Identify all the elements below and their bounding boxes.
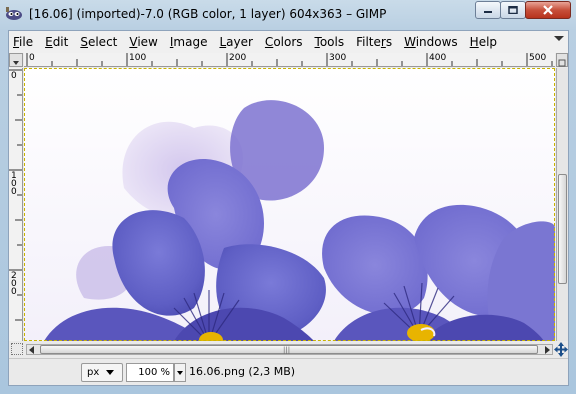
ruler-label-200: 200 <box>229 53 247 63</box>
ruler-label-100: 100 <box>129 53 147 63</box>
minimize-button[interactable] <box>475 1 501 19</box>
scroll-right-icon[interactable] <box>545 346 550 354</box>
menu-edit[interactable]: Edit <box>45 35 68 49</box>
gimp-image-window: [16.06] (imported)-7.0 (RGB color, 1 lay… <box>0 0 576 394</box>
menu-file[interactable]: File <box>13 35 33 49</box>
menu-overflow-arrow-icon[interactable] <box>554 36 564 41</box>
menu-bar: File Edit Select View Image Layer Colors… <box>9 31 568 53</box>
horizontal-scroll-row: ||| <box>9 341 568 358</box>
ruler-label-0: 0 <box>29 53 35 63</box>
unit-selector[interactable]: px <box>81 363 123 382</box>
grip-icon: ||| <box>283 346 291 354</box>
menu-layer[interactable]: Layer <box>219 35 252 49</box>
menu-help[interactable]: Help <box>470 35 497 49</box>
menu-image[interactable]: Image <box>170 35 208 49</box>
dropdown-arrow-icon <box>106 370 114 375</box>
window-title: [16.06] (imported)-7.0 (RGB color, 1 lay… <box>29 7 387 21</box>
vertical-ruler[interactable]: 0 100 200 <box>9 68 23 341</box>
ruler-label-400: 400 <box>429 53 447 63</box>
vruler-label-0: 0 <box>11 71 17 81</box>
horizontal-ruler[interactable]: 0 100 200 300 400 500 <box>24 53 555 67</box>
vertical-scrollbar[interactable] <box>556 68 568 341</box>
status-bar: px 100 % 16.06.png (2,3 MB) <box>9 358 568 385</box>
file-info: 16.06.png (2,3 MB) <box>189 365 296 378</box>
minimize-icon <box>484 11 492 13</box>
close-icon <box>543 5 553 15</box>
ruler-ticks <box>26 53 553 66</box>
image-window-client: File Edit Select View Image Layer Colors… <box>8 30 569 386</box>
vruler-label-100: 100 <box>11 171 17 197</box>
ruler-label-300: 300 <box>329 53 347 63</box>
ruler-label-500: 500 <box>529 53 547 63</box>
flower-photo <box>24 68 555 341</box>
unit-value: px <box>87 367 100 378</box>
gimp-app-icon[interactable] <box>5 7 23 21</box>
close-button[interactable] <box>525 1 571 19</box>
horizontal-scroll-thumb[interactable]: ||| <box>40 345 538 354</box>
menu-select[interactable]: Select <box>80 35 117 49</box>
quick-mask-toggle[interactable] <box>11 343 23 355</box>
title-bar[interactable]: [16.06] (imported)-7.0 (RGB color, 1 lay… <box>0 0 576 30</box>
vertical-ruler-ticks <box>9 69 22 321</box>
zoom-field[interactable]: 100 % <box>126 363 174 382</box>
horizontal-scrollbar[interactable]: ||| <box>26 344 553 355</box>
menu-windows[interactable]: Windows <box>404 35 458 49</box>
vruler-label-200: 200 <box>11 271 17 297</box>
scroll-left-icon[interactable] <box>29 346 34 354</box>
vertical-scroll-thumb[interactable] <box>558 174 567 284</box>
maximize-icon <box>508 6 518 14</box>
quick-mask-corner-button[interactable] <box>9 53 23 67</box>
menu-colors[interactable]: Colors <box>265 35 303 49</box>
navigate-move-icon[interactable] <box>554 342 568 357</box>
zoom-dropdown-button[interactable] <box>174 363 186 382</box>
image-canvas[interactable] <box>24 68 555 341</box>
maximize-button[interactable] <box>500 1 526 19</box>
zoom-dropdown-arrow-icon <box>177 371 183 375</box>
menu-tools[interactable]: Tools <box>315 35 345 49</box>
menu-filters[interactable]: Filters <box>356 35 392 49</box>
zoom-follow-button[interactable] <box>556 53 568 67</box>
menu-view[interactable]: View <box>129 35 157 49</box>
